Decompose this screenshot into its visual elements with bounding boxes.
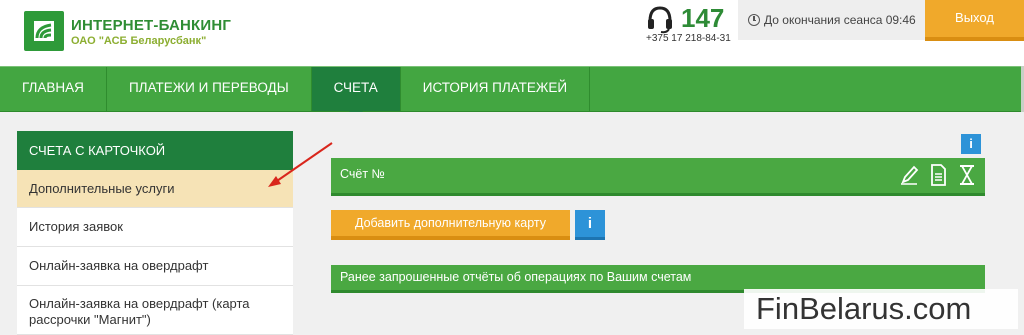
info-button[interactable]: i — [575, 210, 605, 240]
sidebar-item-overdraft-request[interactable]: Онлайн-заявка на овердрафт — [17, 247, 293, 286]
logout-button[interactable]: Выход — [925, 0, 1024, 41]
sidebar: СЧЕТА С КАРТОЧКОЙ Дополнительные услуги … — [17, 131, 293, 335]
bank-logo-icon[interactable] — [24, 11, 64, 51]
header: ИНТЕРНЕТ-БАНКИНГ ОАО "АСБ Беларусбанк" 1… — [0, 0, 1024, 66]
sidebar-item-request-history[interactable]: История заявок — [17, 208, 293, 247]
sidebar-item-additional-services[interactable]: Дополнительные услуги — [17, 170, 293, 208]
nav-item-payments[interactable]: ПЛАТЕЖИ И ПЕРЕВОДЫ — [107, 67, 312, 111]
account-actions — [899, 163, 977, 187]
nav-item-payment-history[interactable]: ИСТОРИЯ ПЛАТЕЖЕЙ — [401, 67, 591, 111]
info-icon[interactable]: i — [961, 134, 981, 154]
sidebar-item-overdraft-magnit[interactable]: Онлайн-заявка на овердрафт (карта рассро… — [17, 286, 293, 335]
full-phone-number: +375 17 218-84-31 — [646, 33, 731, 44]
red-arrow-annotation — [268, 142, 333, 187]
headset-icon — [648, 6, 672, 34]
session-timer-label: До окончания сеанса 09:46 — [764, 13, 916, 27]
account-label: Счёт № — [340, 167, 385, 181]
account-bar: Счёт № — [331, 158, 985, 196]
watermark: FinBelarus.com — [744, 289, 1018, 329]
document-icon[interactable] — [928, 163, 948, 187]
reports-label: Ранее запрошенные отчёты об операциях по… — [340, 270, 692, 284]
add-additional-card-button[interactable]: Добавить дополнительную карту — [331, 210, 570, 240]
brand-subtitle: ОАО "АСБ Беларусбанк" — [71, 35, 207, 47]
short-phone-number: 147 — [681, 3, 725, 33]
main-navigation: ГЛАВНАЯ ПЛАТЕЖИ И ПЕРЕВОДЫ СЧЕТА ИСТОРИЯ… — [0, 66, 1024, 119]
sidebar-title: СЧЕТА С КАРТОЧКОЙ — [17, 131, 293, 177]
nav-item-home[interactable]: ГЛАВНАЯ — [0, 67, 107, 111]
brand-title: ИНТЕРНЕТ-БАНКИНГ — [71, 17, 232, 34]
clock-icon — [748, 14, 760, 26]
session-timer: До окончания сеанса 09:46 — [738, 0, 925, 40]
hourglass-icon[interactable] — [957, 163, 977, 187]
nav-item-accounts[interactable]: СЧЕТА — [311, 67, 401, 119]
pencil-icon[interactable] — [899, 163, 919, 187]
